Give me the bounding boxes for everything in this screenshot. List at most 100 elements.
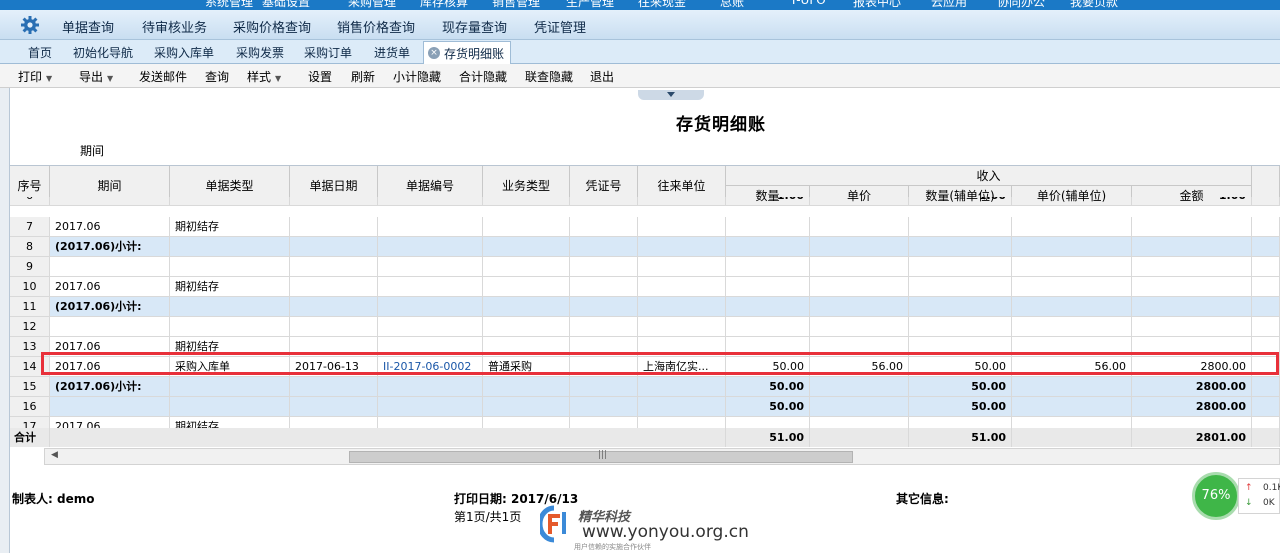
tab-5[interactable]: 采购订单 <box>304 44 352 61</box>
cell-doc_no <box>378 297 483 317</box>
gear-icon[interactable] <box>20 15 40 35</box>
top-nav-item[interactable]: 库存核算 <box>420 0 468 10</box>
toolbar-button[interactable]: 合计隐藏 <box>459 68 507 85</box>
top-nav-item[interactable]: 往来现金 <box>638 0 686 10</box>
table-row[interactable]: 14 2017.06 采购入库单 2017-06-13 II-2017-06-0002 普… <box>10 357 1280 377</box>
top-nav-item[interactable]: 生产管理 <box>566 0 614 10</box>
tab-label: 采购订单 <box>304 46 353 60</box>
top-nav-item[interactable]: 销售管理 <box>492 0 540 10</box>
tab-7[interactable]: × 存货明细账 <box>423 41 512 64</box>
toolbar-button[interactable]: 发送邮件 <box>139 68 187 85</box>
table-row[interactable]: 16 50.00 50.00 2800.00 <box>10 397 1280 417</box>
cell-partner <box>638 237 726 257</box>
toolbar-button[interactable]: 样式 ▼ <box>247 68 281 85</box>
cell-filler <box>1252 428 1280 447</box>
table-row[interactable]: 7 2017.06 期初结存 <box>10 217 1280 237</box>
cell-price <box>810 217 909 237</box>
close-tab-icon[interactable]: × <box>428 47 440 59</box>
cell-qty_aux: 1.00 <box>909 197 1012 206</box>
cell-qty: 50.00 <box>726 357 810 377</box>
top-nav-item[interactable]: 报表中心 <box>853 0 901 10</box>
table-row[interactable]: 13 2017.06 期初结存 <box>10 337 1280 357</box>
total-label: 合计 <box>10 428 50 447</box>
cell-partner <box>638 257 726 277</box>
menu-item[interactable]: 单据查询 <box>62 17 114 36</box>
menu-item[interactable]: 采购价格查询 <box>233 17 311 36</box>
table-row[interactable]: 6 1.00 1.00 1.00 <box>10 197 1280 206</box>
menu-item[interactable]: 现存量查询 <box>442 17 507 36</box>
tab-2[interactable]: 初始化导航 <box>73 44 133 61</box>
tab-3[interactable]: 采购入库单 <box>154 44 214 61</box>
top-nav-item[interactable]: 采购管理 <box>348 0 396 10</box>
cell-qty_aux <box>909 317 1012 337</box>
cell-doc_date <box>290 397 378 417</box>
top-nav-item[interactable]: T-UFO <box>790 0 826 7</box>
table-row[interactable]: 11 (2017.06)小计: <box>10 297 1280 317</box>
cell-voucher <box>570 217 638 237</box>
cell-seq: 11 <box>10 297 50 317</box>
cell-partner <box>638 277 726 297</box>
cell-biz_type <box>483 277 570 297</box>
watermark-url: www.yonyou.org.cn <box>582 522 749 542</box>
cell-period: (2017.06)小计: <box>50 297 170 317</box>
cell-doc_no <box>378 197 483 206</box>
cell-period: (2017.06)小计: <box>50 237 170 257</box>
toolbar-button-label: 退出 <box>590 70 615 84</box>
scroll-left-icon[interactable]: ◀ <box>51 450 58 460</box>
menu-item[interactable]: 凭证管理 <box>534 17 586 36</box>
cell-qty_aux <box>909 257 1012 277</box>
scroll-thumb[interactable]: ||| <box>349 450 853 463</box>
cell-seq: 15 <box>10 377 50 397</box>
table-row[interactable]: 15 (2017.06)小计: 50.00 50.00 2800.00 <box>10 377 1280 397</box>
table-row[interactable]: 10 2017.06 期初结存 <box>10 277 1280 297</box>
cell-voucher <box>570 237 638 257</box>
page-indicator: 第1页/共1页 <box>454 510 522 524</box>
memory-gauge[interactable]: 76% <box>1192 472 1240 520</box>
cell-qty: 50.00 <box>726 397 810 417</box>
top-nav-item[interactable]: 基础设置 <box>262 0 310 10</box>
cell-voucher <box>570 297 638 317</box>
top-nav-item[interactable]: 总账 <box>720 0 744 10</box>
cell-doc_date <box>290 337 378 357</box>
table-row[interactable]: 12 <box>10 317 1280 337</box>
top-nav-item[interactable]: 系统管理 <box>205 0 253 10</box>
cell-qty_aux <box>909 277 1012 297</box>
top-nav-item[interactable]: 云应用 <box>931 0 967 10</box>
toolbar-button[interactable]: 刷新 <box>351 68 375 85</box>
cell-price_aux <box>1012 317 1132 337</box>
cell-doc_date <box>290 217 378 237</box>
toolbar-button[interactable]: 查询 <box>205 68 229 85</box>
horizontal-scrollbar[interactable]: ◀ ||| <box>44 448 1280 465</box>
menu-item[interactable]: 待审核业务 <box>142 17 207 36</box>
tab-6[interactable]: 进货单 <box>374 44 410 61</box>
top-nav-item[interactable]: 协同办公 <box>997 0 1045 10</box>
collapse-handle[interactable] <box>638 90 704 100</box>
cell-price_aux <box>1012 257 1132 277</box>
cell-doc_type <box>170 297 290 317</box>
cell-price_aux <box>1012 377 1132 397</box>
toolbar-button[interactable]: 导出 ▼ <box>79 68 113 85</box>
toolbar-button[interactable]: 联查隐藏 <box>525 68 573 85</box>
toolbar-button[interactable]: 小计隐藏 <box>393 68 441 85</box>
toolbar-button[interactable]: 打印 ▼ <box>18 68 52 85</box>
tab-1[interactable]: 首页 <box>28 44 52 61</box>
top-nav-suffix[interactable]: 我要页款 <box>1070 0 1118 10</box>
table-row[interactable]: 8 (2017.06)小计: <box>10 237 1280 257</box>
cell-seq: 16 <box>10 397 50 417</box>
cell-filler <box>1252 277 1280 297</box>
table-row[interactable]: 9 <box>10 257 1280 277</box>
cell-doc_no <box>378 277 483 297</box>
toolbar-button[interactable]: 退出 <box>590 68 614 85</box>
cell-voucher <box>570 257 638 277</box>
cell-price <box>810 377 909 397</box>
menu-item[interactable]: 销售价格查询 <box>337 17 415 36</box>
toolbar-button[interactable]: 设置 <box>308 68 332 85</box>
cell-doc_type <box>170 317 290 337</box>
total-amount: 2801.00 <box>1132 428 1252 447</box>
tab-4[interactable]: 采购发票 <box>236 44 284 61</box>
cell-filler <box>1252 397 1280 417</box>
cell-doc_type: 采购入库单 <box>170 357 290 377</box>
toolbar-button-label: 合计隐藏 <box>459 70 508 84</box>
cell-price_aux <box>1012 277 1132 297</box>
cell-biz_type <box>483 337 570 357</box>
